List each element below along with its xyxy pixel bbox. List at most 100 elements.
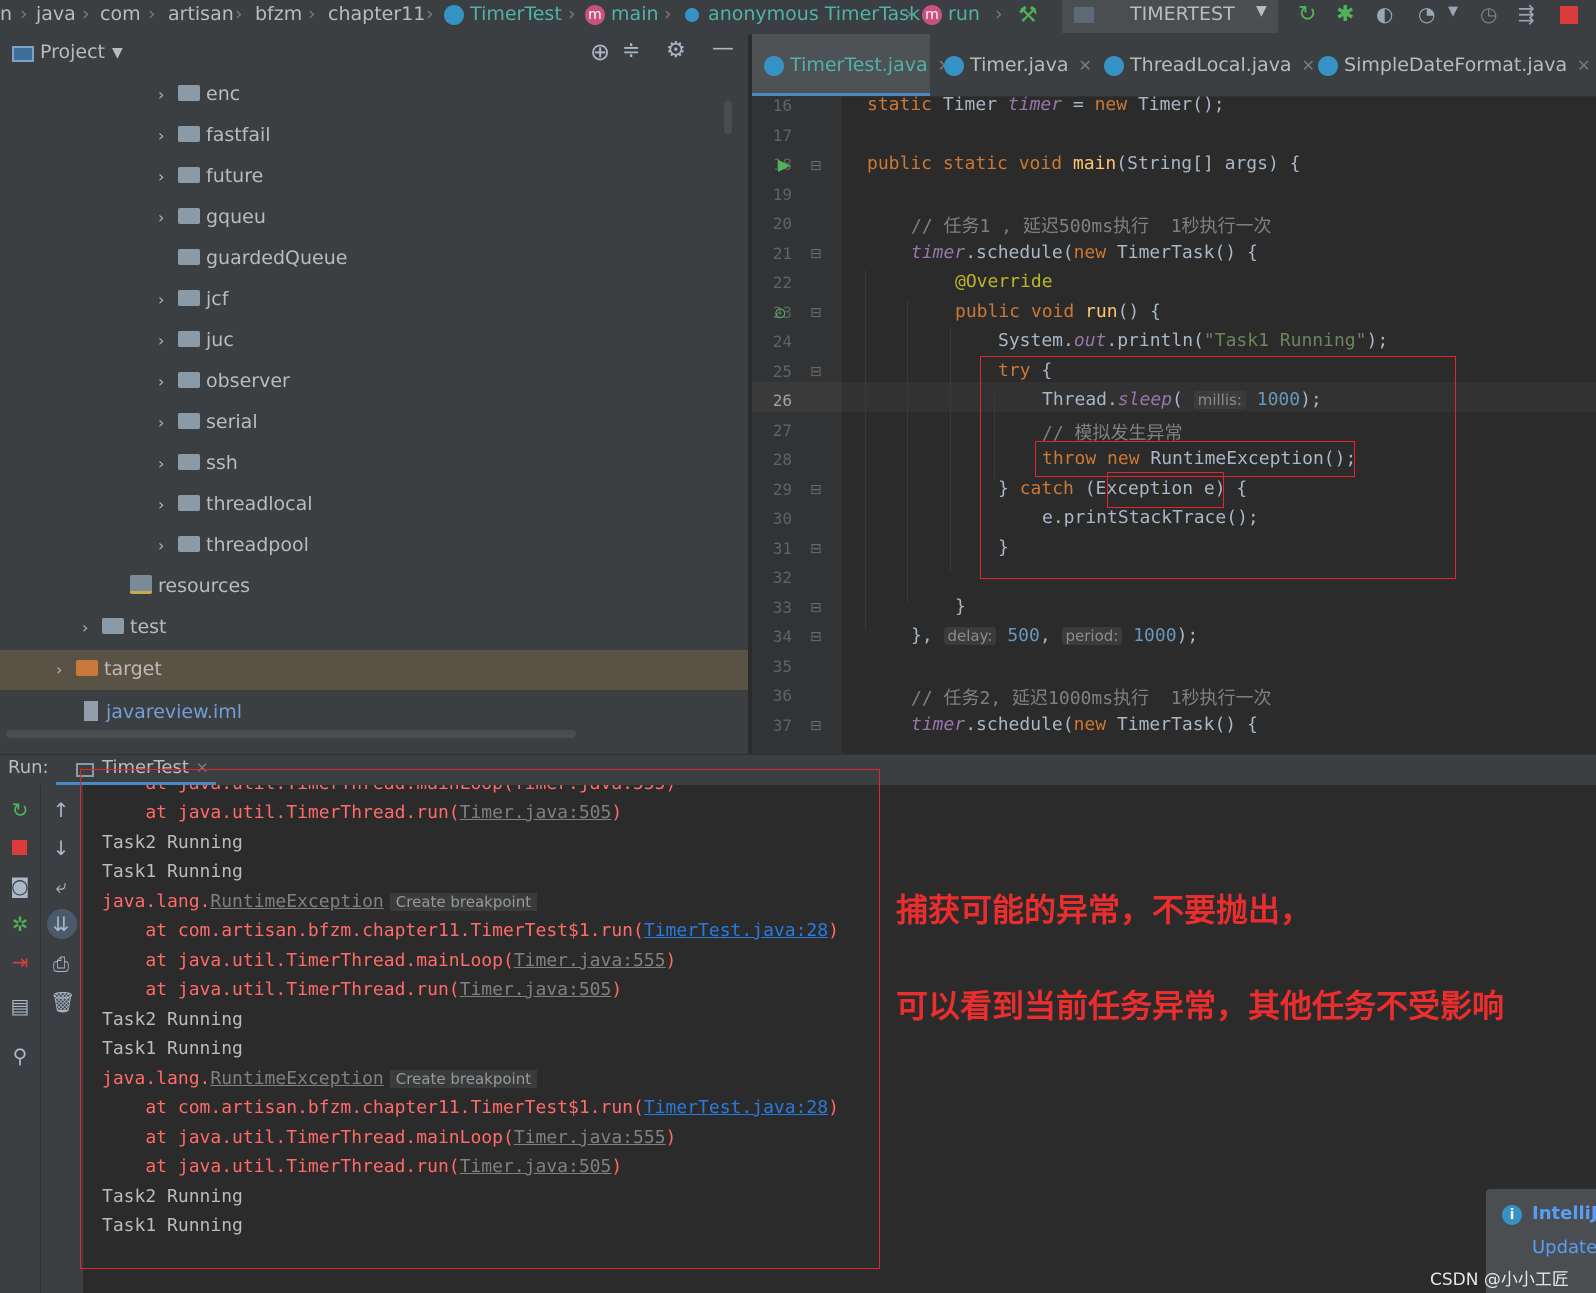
fold-icon[interactable]: ⊟ xyxy=(810,246,822,262)
tab-timertest-java[interactable]: TimerTest.java✕ xyxy=(752,34,951,96)
crumb-root[interactable]: n xyxy=(0,3,12,25)
stop-icon[interactable] xyxy=(1560,6,1578,24)
stop-icon[interactable] xyxy=(12,840,27,855)
print-icon[interactable]: ⎙ xyxy=(50,953,72,975)
chevron-right-icon[interactable]: › xyxy=(158,484,178,526)
fold-icon[interactable]: ⊟ xyxy=(810,541,822,557)
notification-update-link[interactable]: Update xyxy=(1532,1237,1596,1258)
collapse-all-icon[interactable]: ≑ xyxy=(622,38,640,63)
crumb-anonymous-timertask[interactable]: anonymous TimerTask xyxy=(682,3,920,25)
profile-icon[interactable]: ◔ xyxy=(1418,2,1435,26)
code-line-33[interactable]: } xyxy=(955,596,966,617)
scroll-to-end-icon[interactable]: ⇊ xyxy=(50,913,72,935)
tree-item-observer[interactable]: › observer xyxy=(158,360,290,402)
tree-item-enc[interactable]: › enc xyxy=(158,73,240,115)
layout-icon[interactable]: ▤ xyxy=(9,995,31,1017)
run-gutter-icon[interactable]: ▶ xyxy=(778,155,790,174)
chevron-right-icon[interactable]: › xyxy=(158,74,178,116)
tree-item-future[interactable]: › future xyxy=(158,155,263,197)
chevron-right-icon[interactable]: › xyxy=(158,361,178,403)
chevron-down-icon[interactable]: ▼ xyxy=(112,45,123,61)
tree-item-jcf[interactable]: › jcf xyxy=(158,278,228,320)
tree-item-fastfail[interactable]: › fastfail xyxy=(158,114,271,156)
camera-icon[interactable]: ◙ xyxy=(9,875,31,897)
rerun-icon[interactable]: ↻ xyxy=(9,799,31,821)
crumb-run[interactable]: m run xyxy=(922,3,980,25)
tree-item-ssh[interactable]: › ssh xyxy=(158,442,238,484)
tree-item-resources[interactable]: resources xyxy=(130,565,250,607)
tree-item-guardedqueue[interactable]: guardedQueue xyxy=(178,237,347,279)
chevron-right-icon[interactable]: › xyxy=(82,607,102,649)
close-icon[interactable]: ✕ xyxy=(1302,56,1315,75)
code-line-22[interactable]: @Override xyxy=(955,271,1053,292)
code-line-16[interactable]: static Timer timer = new Timer(); xyxy=(867,94,1225,115)
tab-simpledateformat-java[interactable]: SimpleDateFormat.java ✕ xyxy=(1318,34,1591,96)
arrow-up-icon[interactable]: ↑ xyxy=(50,799,72,821)
coverage-icon[interactable]: ◐ xyxy=(1376,2,1393,26)
debug-bug-icon[interactable]: ✱ xyxy=(1336,2,1354,27)
fold-icon[interactable]: ⊟ xyxy=(810,158,822,174)
crumb-java[interactable]: java xyxy=(36,3,76,25)
crumb-timertest[interactable]: TimerTest xyxy=(444,3,562,25)
tree-item-target[interactable]: › target xyxy=(56,648,162,690)
crumb-chapter11[interactable]: chapter11 xyxy=(328,3,425,25)
chevron-right-icon[interactable]: › xyxy=(158,279,178,321)
chevron-right-icon[interactable]: › xyxy=(158,525,178,567)
chevron-right-icon[interactable]: › xyxy=(158,443,178,485)
code-line-37[interactable]: timer.schedule(new TimerTask() { xyxy=(911,714,1258,735)
override-gutter-icon[interactable]: ⊙ xyxy=(774,304,787,322)
gear-icon[interactable]: ⚙ xyxy=(666,38,686,63)
exit-icon[interactable]: ⇥ xyxy=(9,951,31,973)
project-title[interactable]: Project xyxy=(40,41,105,63)
pin-icon[interactable]: ⚲ xyxy=(9,1045,31,1067)
tab-timer-java[interactable]: Timer.java ✕ xyxy=(944,34,1092,96)
crumb-bfzm[interactable]: bfzm xyxy=(255,3,302,25)
build-hammer-icon[interactable]: ⚒ xyxy=(1018,3,1038,28)
rerun-icon[interactable]: ↻ xyxy=(1298,2,1316,27)
trash-icon[interactable]: 🗑 xyxy=(50,991,75,1013)
soft-wrap-icon[interactable]: ⤶ xyxy=(50,875,72,897)
crumb-main[interactable]: m main xyxy=(585,3,659,25)
fold-icon[interactable]: ⊟ xyxy=(810,718,822,734)
code-line-18[interactable]: public static void main(String[] args) { xyxy=(867,153,1301,174)
step-icon[interactable]: ⇶ xyxy=(1518,2,1535,26)
code-line-34[interactable]: }, delay: 500, period: 1000); xyxy=(911,625,1198,646)
code-line-23[interactable]: public void run() { xyxy=(955,301,1161,322)
chevron-right-icon[interactable]: › xyxy=(158,156,178,198)
hide-panel-icon[interactable]: — xyxy=(712,36,734,61)
fold-icon[interactable]: ⊟ xyxy=(810,482,822,498)
code-line-20[interactable]: // 任务1 , 延迟500ms执行 1秒执行一次 xyxy=(911,212,1272,238)
chevron-right-icon[interactable]: › xyxy=(158,402,178,444)
debug-icon[interactable]: ✲ xyxy=(9,913,31,935)
run-configuration-selector[interactable]: TIMERTEST ▼ xyxy=(1062,0,1278,33)
horizontal-scrollbar[interactable] xyxy=(6,730,576,738)
code-line-24[interactable]: System.out.println("Task1 Running"); xyxy=(998,330,1388,351)
tree-item-threadlocal[interactable]: › threadlocal xyxy=(158,483,313,525)
chevron-right-icon[interactable]: › xyxy=(158,320,178,362)
close-icon[interactable]: ✕ xyxy=(1577,56,1590,75)
tab-threadlocal-java[interactable]: ThreadLocal.java ✕ xyxy=(1104,34,1315,96)
fold-icon[interactable]: ⊟ xyxy=(810,364,822,380)
fold-icon[interactable]: ⊟ xyxy=(810,305,822,321)
locate-icon[interactable]: ⊕ xyxy=(590,38,610,66)
vertical-scrollbar[interactable] xyxy=(724,100,732,134)
tree-item-test[interactable]: › test xyxy=(82,606,167,648)
attach-debugger-icon[interactable]: ◷ xyxy=(1480,2,1497,26)
close-icon[interactable]: ✕ xyxy=(1078,56,1091,75)
tree-item-juc[interactable]: › juc xyxy=(158,319,234,361)
code-line-21[interactable]: timer.schedule(new TimerTask() { xyxy=(911,242,1258,263)
fold-icon[interactable]: ⊟ xyxy=(810,600,822,616)
chevron-right-icon[interactable]: › xyxy=(56,649,76,691)
chevron-right-icon[interactable]: › xyxy=(158,115,178,157)
crumb-artisan[interactable]: artisan xyxy=(168,3,234,25)
fold-icon[interactable]: ⊟ xyxy=(810,629,822,645)
arrow-down-icon[interactable]: ↓ xyxy=(50,837,72,859)
tree-item-iml-file[interactable]: javareview.iml xyxy=(82,691,242,733)
tree-item-serial[interactable]: › serial xyxy=(158,401,258,443)
tree-item-threadpool[interactable]: › threadpool xyxy=(158,524,309,566)
crumb-com[interactable]: com xyxy=(100,3,141,25)
chevron-right-icon[interactable]: › xyxy=(158,197,178,239)
code-line-36[interactable]: // 任务2, 延迟1000ms执行 1秒执行一次 xyxy=(911,684,1272,710)
tree-item-gqueu[interactable]: › gqueu xyxy=(158,196,266,238)
chevron-down-icon[interactable]: ▼ xyxy=(1448,4,1458,19)
